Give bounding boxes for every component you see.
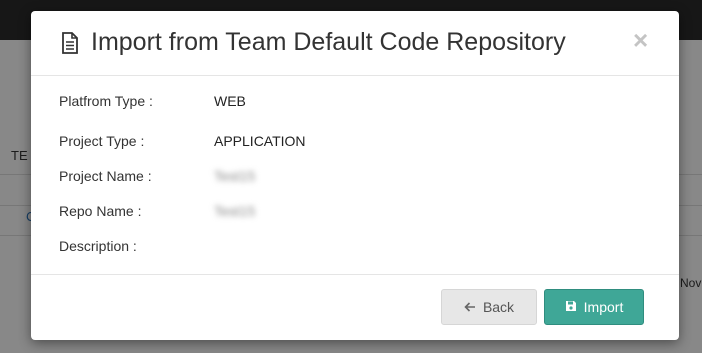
project-name-label: Project Name : [59,168,152,184]
close-button[interactable]: × [633,27,648,53]
platform-type-value: WEB [214,93,246,109]
import-modal: Import from Team Default Code Repository… [31,11,679,340]
arrow-left-icon [464,299,476,315]
back-button[interactable]: Back [441,289,537,325]
repo-name-value: Test15 [214,203,256,219]
project-name-value: Test15 [214,168,256,184]
project-type-label: Project Type : [59,133,145,149]
modal-body: Platfrom Type : WEB Project Type : APPLI… [31,76,679,274]
modal-title: Import from Team Default Code Repository [91,28,566,56]
modal-footer: Back Import [31,274,679,340]
import-button[interactable]: Import [544,289,644,325]
repo-name-label: Repo Name : [59,203,142,219]
description-label: Description : [59,238,137,254]
back-button-label: Back [482,299,515,315]
platform-type-label: Platfrom Type : [59,93,153,109]
document-icon [62,32,78,54]
import-button-label: Import [583,299,624,315]
save-icon [565,299,577,315]
project-type-value: APPLICATION [214,133,306,149]
modal-header: Import from Team Default Code Repository… [31,11,679,76]
